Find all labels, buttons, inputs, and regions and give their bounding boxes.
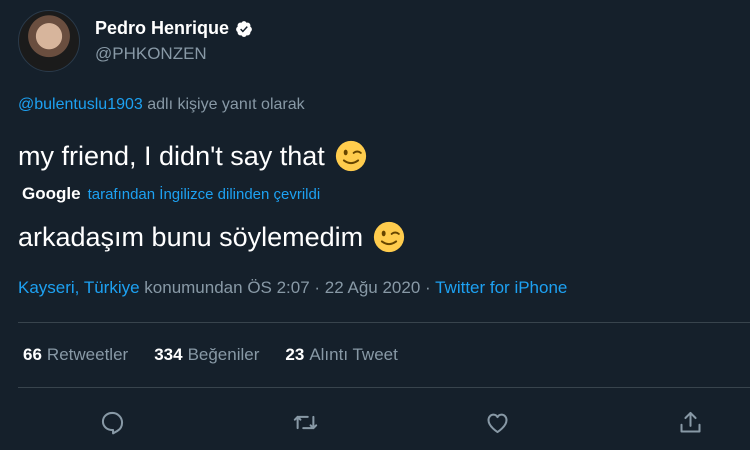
like-button[interactable]	[482, 407, 512, 437]
quotes-stat[interactable]: 23 Alıntı Tweet	[285, 345, 397, 365]
retweets-stat[interactable]: 66 Retweetler	[23, 345, 128, 365]
tweet-detail: Pedro Henrique @PHKONZEN @bulentuslu1903…	[0, 0, 750, 450]
tweet-stats: 66 Retweetler 334 Beğeniler 23 Alıntı Tw…	[23, 345, 398, 365]
divider	[18, 387, 750, 388]
share-icon	[679, 411, 701, 433]
location-suffix: konumundan	[139, 278, 248, 297]
quotes-count: 23	[285, 345, 305, 364]
winking-face-icon	[335, 140, 366, 172]
winking-face-icon	[374, 221, 405, 253]
translation-note-link[interactable]: tarafından İngilizce dilinden çevrildi	[88, 186, 321, 203]
reply-button[interactable]	[97, 407, 127, 437]
verified-badge-icon	[236, 20, 252, 37]
retweet-button[interactable]	[290, 407, 320, 437]
retweets-count: 66	[23, 345, 42, 364]
tweet-date[interactable]: 22 Ağu 2020	[325, 278, 420, 297]
location-link[interactable]: Kayseri, Türkiye	[18, 278, 140, 297]
tweet-header: Pedro Henrique @PHKONZEN	[18, 10, 253, 72]
google-logo: Google	[22, 184, 81, 203]
meta-separator: ·	[420, 278, 436, 297]
reply-mention-link[interactable]: @bulentuslu1903	[18, 96, 143, 113]
display-name-row[interactable]: Pedro Henrique	[95, 18, 253, 39]
translated-text-content: arkadaşım bunu söylemedim	[18, 221, 364, 252]
likes-stat[interactable]: 334 Beğeniler	[154, 345, 259, 365]
user-names: Pedro Henrique @PHKONZEN	[95, 18, 253, 63]
translation-attribution: Google tarafından İngilizce dilinden çev…	[22, 184, 320, 204]
likes-label: Beğeniler	[187, 345, 260, 364]
meta-separator: ·	[309, 278, 325, 297]
reply-context: @bulentuslu1903 adlı kişiye yanıt olarak	[18, 96, 305, 114]
avatar[interactable]	[18, 10, 80, 72]
share-button[interactable]	[675, 407, 705, 437]
tweet-meta: Kayseri, Türkiye konumundan ÖS 2:07 · 22…	[18, 278, 567, 298]
retweet-icon	[293, 415, 317, 429]
tweet-time[interactable]: ÖS 2:07	[247, 278, 309, 297]
tweet-text: my friend, I didn't say that	[18, 140, 367, 172]
display-name[interactable]: Pedro Henrique	[95, 18, 229, 39]
reply-icon	[101, 411, 123, 434]
translated-text: arkadaşım bunu söylemedim	[18, 221, 405, 253]
reply-context-label: adlı kişiye yanıt olarak	[142, 96, 305, 113]
quotes-label: Alıntı Tweet	[309, 345, 398, 364]
likes-count: 334	[154, 345, 183, 364]
retweets-label: Retweetler	[46, 345, 129, 364]
source-link[interactable]: Twitter for iPhone	[435, 278, 567, 297]
user-handle[interactable]: @PHKONZEN	[95, 44, 253, 64]
divider	[18, 322, 750, 323]
tweet-text-content: my friend, I didn't say that	[18, 140, 325, 171]
like-icon	[486, 413, 508, 433]
